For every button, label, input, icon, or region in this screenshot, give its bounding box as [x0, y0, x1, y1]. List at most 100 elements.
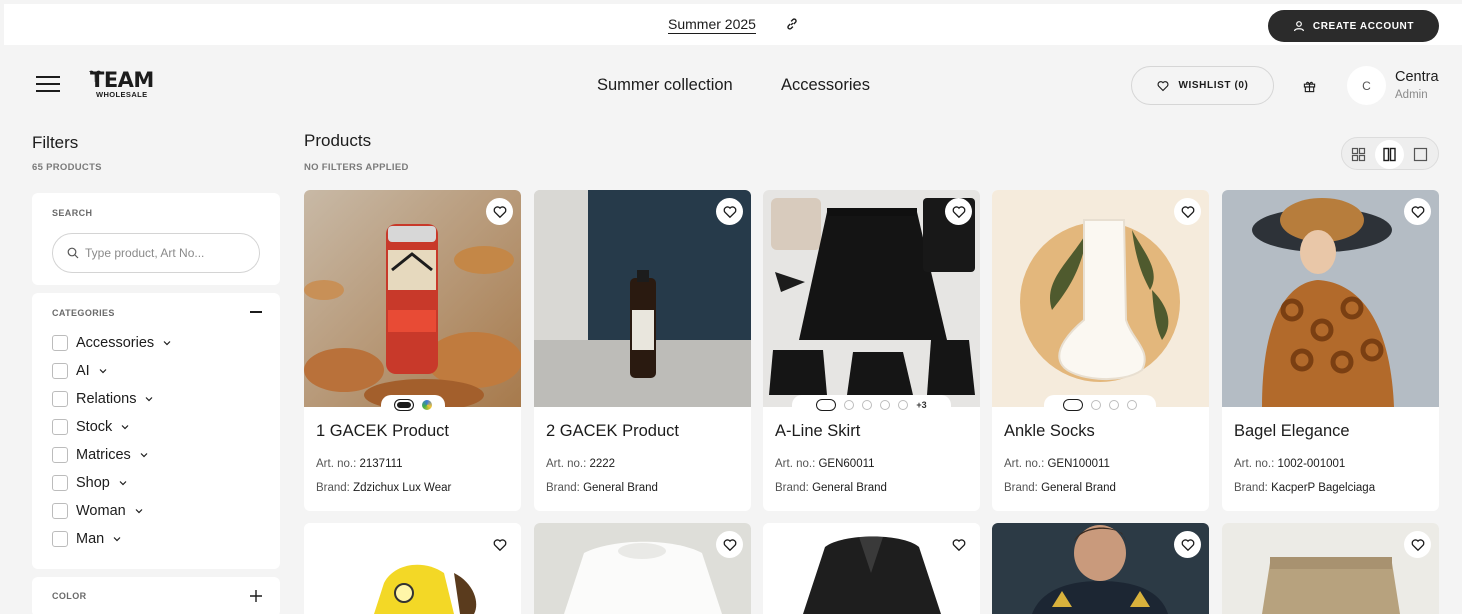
- swatch[interactable]: [1127, 400, 1137, 410]
- wishlist-toggle[interactable]: [1174, 198, 1201, 225]
- heart-icon: [1181, 538, 1194, 551]
- heart-icon: [1181, 205, 1194, 218]
- product-card[interactable]: 1 GACEK Product Art. no.: 2137111 Brand:…: [304, 190, 521, 511]
- grid-4-view-button[interactable]: [1344, 140, 1373, 169]
- product-card[interactable]: [534, 523, 751, 614]
- menu-icon[interactable]: [36, 76, 60, 94]
- checkbox[interactable]: [52, 475, 68, 491]
- gift-icon[interactable]: [1303, 80, 1316, 93]
- category-accessories[interactable]: Accessories: [52, 334, 172, 352]
- wishlist-toggle[interactable]: [486, 531, 513, 558]
- wishlist-toggle[interactable]: [716, 198, 743, 225]
- product-card[interactable]: Ankle Socks Art. no.: GEN100011 Brand: G…: [992, 190, 1209, 511]
- product-image[interactable]: [992, 190, 1209, 407]
- wishlist-button[interactable]: WISHLIST (0): [1131, 66, 1274, 105]
- collection-link[interactable]: Summer 2025: [668, 16, 756, 34]
- product-name[interactable]: Ankle Socks: [1004, 422, 1095, 441]
- product-image[interactable]: [534, 190, 751, 407]
- swatch[interactable]: [1063, 399, 1083, 411]
- logo-subtext: WHOLESALE: [96, 90, 148, 99]
- product-card[interactable]: [1222, 523, 1439, 614]
- grid-1-icon: [1413, 147, 1428, 162]
- product-card[interactable]: [763, 523, 980, 614]
- more-variants[interactable]: +3: [916, 400, 926, 410]
- product-card[interactable]: [304, 523, 521, 614]
- swatch[interactable]: [422, 400, 432, 410]
- category-stock[interactable]: Stock: [52, 418, 130, 436]
- chevron-down-icon[interactable]: [118, 478, 128, 488]
- create-account-button[interactable]: CREATE ACCOUNT: [1268, 10, 1439, 42]
- category-label: Relations: [76, 391, 137, 407]
- product-name[interactable]: 1 GACEK Product: [316, 422, 449, 441]
- chevron-down-icon[interactable]: [134, 506, 144, 516]
- chevron-down-icon[interactable]: [144, 394, 154, 404]
- wishlist-toggle[interactable]: [1174, 531, 1201, 558]
- search-field[interactable]: [52, 233, 260, 273]
- wishlist-toggle[interactable]: [716, 531, 743, 558]
- chevron-down-icon[interactable]: [112, 534, 122, 544]
- color-panel[interactable]: COLOR: [32, 577, 280, 614]
- chevron-down-icon[interactable]: [162, 338, 172, 348]
- wishlist-toggle[interactable]: [945, 531, 972, 558]
- search-icon: [67, 247, 79, 259]
- plus-icon[interactable]: [250, 590, 262, 602]
- products-count: 65 PRODUCTS: [32, 162, 102, 173]
- category-relations[interactable]: Relations: [52, 390, 154, 408]
- product-card[interactable]: +3 A-Line Skirt Art. no.: GEN60011 Brand…: [763, 190, 980, 511]
- product-name[interactable]: A-Line Skirt: [775, 422, 860, 441]
- checkbox[interactable]: [52, 419, 68, 435]
- wishlist-toggle[interactable]: [945, 198, 972, 225]
- category-shop[interactable]: Shop: [52, 474, 128, 492]
- swatch[interactable]: [898, 400, 909, 410]
- product-art-no: Art. no.: GEN100011: [1004, 458, 1110, 470]
- product-image[interactable]: [1222, 190, 1439, 407]
- category-man[interactable]: Man: [52, 530, 122, 548]
- brand-logo[interactable]: TEAM WHOLESALE: [88, 68, 160, 102]
- swatch[interactable]: [880, 400, 891, 410]
- checkbox[interactable]: [52, 363, 68, 379]
- product-image[interactable]: [763, 190, 980, 407]
- minus-icon[interactable]: [250, 311, 262, 313]
- checkbox[interactable]: [52, 447, 68, 463]
- swatch[interactable]: [844, 400, 855, 410]
- link-icon[interactable]: [785, 17, 799, 31]
- checkbox[interactable]: [52, 503, 68, 519]
- product-card[interactable]: 2 GACEK Product Art. no.: 2222 Brand: Ge…: [534, 190, 751, 511]
- product-name[interactable]: Bagel Elegance: [1234, 422, 1350, 441]
- chevron-down-icon[interactable]: [139, 450, 149, 460]
- checkbox[interactable]: [52, 391, 68, 407]
- category-label: Stock: [76, 419, 113, 435]
- category-matrices[interactable]: Matrices: [52, 446, 149, 464]
- category-label: Man: [76, 531, 105, 547]
- product-card[interactable]: Bagel Elegance Art. no.: 1002-001001 Bra…: [1222, 190, 1439, 511]
- nav-summer-collection[interactable]: Summer collection: [597, 76, 733, 95]
- swatch[interactable]: [394, 399, 414, 411]
- swatch[interactable]: [816, 399, 837, 411]
- grid-2-view-button[interactable]: [1375, 140, 1404, 169]
- wishlist-toggle[interactable]: [1404, 531, 1431, 558]
- checkbox[interactable]: [52, 335, 68, 351]
- checkbox[interactable]: [52, 531, 68, 547]
- search-input[interactable]: [85, 246, 255, 260]
- product-brand: Brand: General Brand: [1004, 482, 1116, 494]
- wishlist-toggle[interactable]: [486, 198, 513, 225]
- categories-panel: CATEGORIES Accessories AI Relations Stoc…: [32, 293, 280, 569]
- user-name[interactable]: Centra: [1395, 69, 1439, 85]
- heart-icon: [952, 205, 965, 218]
- nav-accessories[interactable]: Accessories: [781, 76, 870, 95]
- chevron-down-icon[interactable]: [120, 422, 130, 432]
- swatch[interactable]: [1091, 400, 1101, 410]
- product-image[interactable]: [304, 190, 521, 407]
- swatch[interactable]: [862, 400, 873, 410]
- chevron-down-icon[interactable]: [98, 366, 108, 376]
- wishlist-toggle[interactable]: [1404, 198, 1431, 225]
- product-name[interactable]: 2 GACEK Product: [546, 422, 679, 441]
- product-card[interactable]: [992, 523, 1209, 614]
- swatch[interactable]: [1109, 400, 1119, 410]
- user-role: Admin: [1395, 89, 1428, 101]
- category-woman[interactable]: Woman: [52, 502, 144, 520]
- grid-1-view-button[interactable]: [1406, 140, 1435, 169]
- heart-icon: [493, 205, 506, 218]
- category-ai[interactable]: AI: [52, 362, 108, 380]
- avatar[interactable]: C: [1347, 66, 1386, 105]
